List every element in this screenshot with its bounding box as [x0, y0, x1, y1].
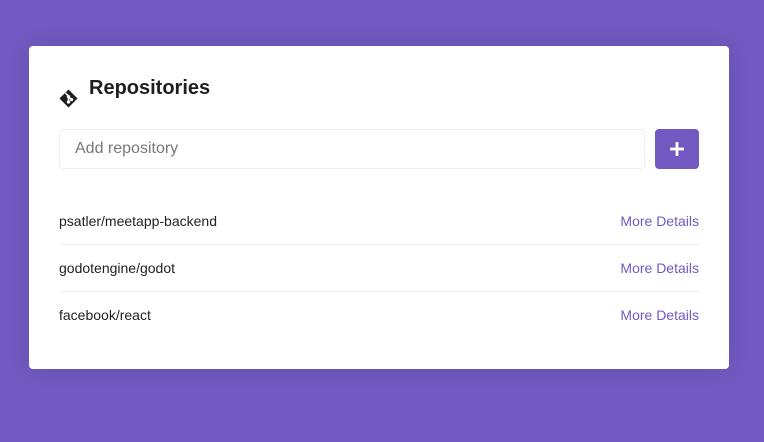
repository-name: godotengine/godot [59, 260, 175, 276]
repository-name: facebook/react [59, 307, 151, 323]
more-details-link[interactable]: More Details [620, 260, 699, 276]
title-text: Repositories [89, 76, 211, 99]
list-item: godotengine/godot More Details [59, 244, 699, 291]
list-item: psatler/meetapp-backend More Details [59, 198, 699, 244]
add-repository-button[interactable] [655, 129, 699, 169]
repositories-card: Repositories psatler/meetapp-backend Mor… [29, 46, 729, 369]
add-repository-form [59, 129, 699, 169]
plus-icon [670, 142, 684, 156]
page-title: Repositories [59, 76, 699, 108]
more-details-link[interactable]: More Details [620, 213, 699, 229]
list-item: facebook/react More Details [59, 291, 699, 338]
git-icon [59, 79, 78, 108]
more-details-link[interactable]: More Details [620, 307, 699, 323]
add-repository-input[interactable] [59, 129, 645, 169]
repository-list: psatler/meetapp-backend More Details god… [59, 198, 699, 338]
repository-name: psatler/meetapp-backend [59, 213, 217, 229]
